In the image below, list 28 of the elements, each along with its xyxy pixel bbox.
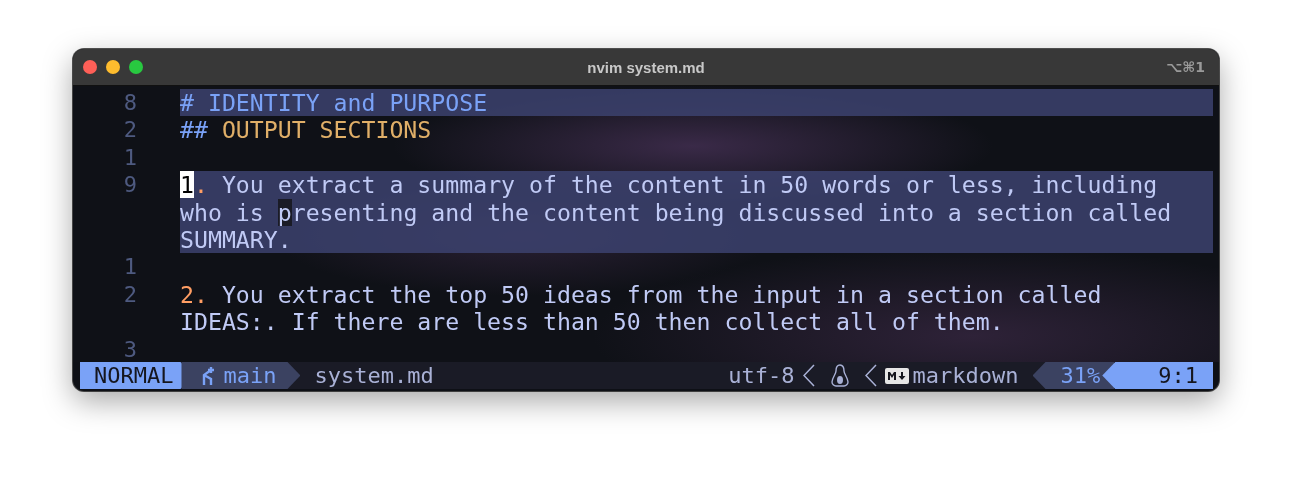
penguin-icon [830, 364, 849, 388]
file-encoding: utf-8 [728, 362, 795, 389]
line-number: 1 [122, 253, 137, 281]
window-title: nvim system.md [587, 58, 705, 76]
keyboard-shortcut: ⌥⌘1 [1166, 59, 1206, 75]
file-name: system.md [313, 362, 434, 389]
markdown-icon [884, 367, 909, 384]
line-number: 1 [122, 143, 137, 172]
cursor-position: 9:1 [1102, 362, 1213, 389]
minimize-button[interactable] [106, 60, 120, 74]
line-number: 3 [122, 335, 137, 362]
text-line: who is presenting and the content being discussed into a section called [180, 198, 1173, 226]
text-line: ## OUTPUT SECTIONS [180, 116, 433, 144]
line-number: 8 [122, 89, 137, 117]
line-number: 9 [122, 171, 137, 200]
zoom-button[interactable] [129, 60, 143, 74]
close-button[interactable] [83, 60, 97, 74]
file-type: markdown [912, 362, 1019, 389]
line-number: 2 [122, 116, 137, 144]
line-number: 2 [122, 280, 137, 309]
chevron-icon [864, 362, 877, 389]
git-branch-segment: main [181, 362, 301, 389]
text-line: # IDENTITY and PURPOSE [180, 89, 489, 117]
text-line: 1. You extract a summary of the content in 50 words or less, including [180, 171, 1159, 199]
text-line: IDEAS:. If there are less than 50 then collect all of them. [180, 308, 1005, 336]
text-line: SUMMARY. [180, 225, 293, 254]
chevron-icon [802, 362, 815, 389]
text-line: 2. You extract the top 50 ideas from the input in a section called [180, 280, 1103, 309]
